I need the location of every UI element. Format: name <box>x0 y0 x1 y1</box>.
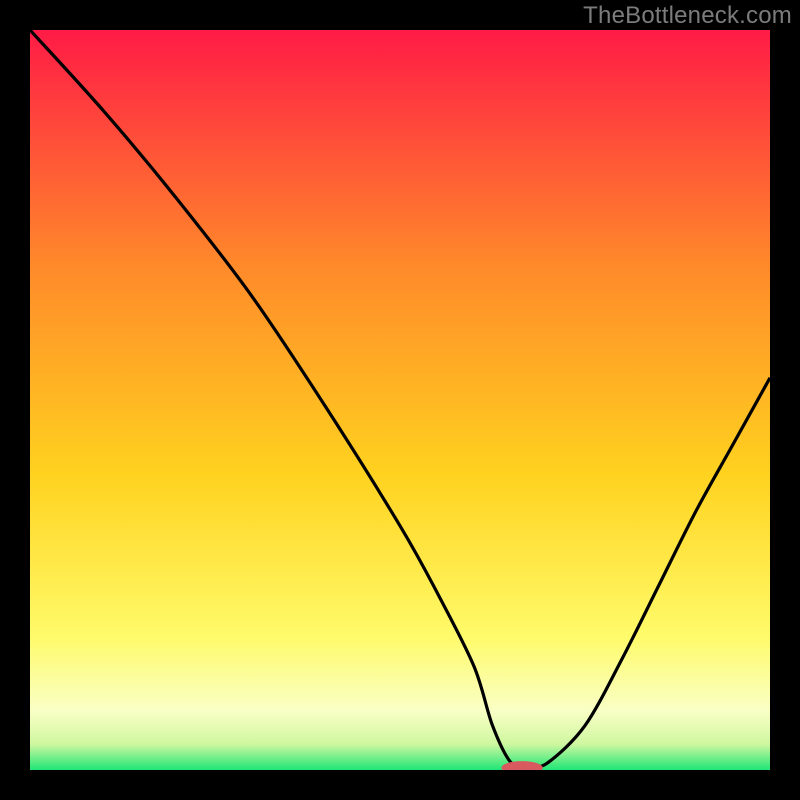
chart-frame: { "watermark": { "text": "TheBottleneck.… <box>0 0 800 800</box>
curve-layer <box>30 30 770 770</box>
optimal-range-marker <box>501 761 542 770</box>
plot-area <box>30 30 770 770</box>
watermark-text: TheBottleneck.com <box>583 2 792 30</box>
bottleneck-curve <box>30 30 770 767</box>
